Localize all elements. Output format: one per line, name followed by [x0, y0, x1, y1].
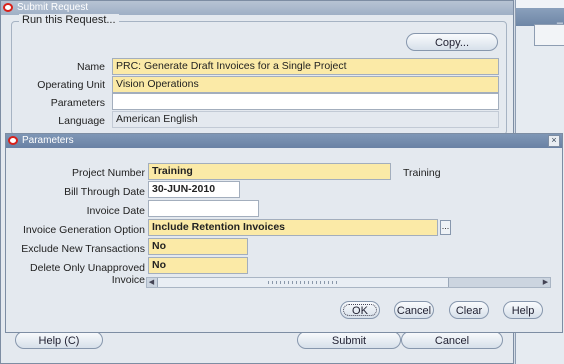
project-number-description: Training [403, 167, 441, 179]
invoice-generation-option-label: Invoice Generation Option [23, 224, 145, 236]
parameters-title: Parameters [22, 135, 74, 146]
invoice-date-label: Invoice Date [86, 205, 145, 217]
help-button[interactable]: Help [503, 301, 543, 319]
language-field: American English [112, 111, 499, 128]
clear-button[interactable]: Clear [449, 301, 489, 319]
parameters-field[interactable] [112, 93, 499, 110]
cancel-button[interactable]: Cancel [394, 301, 434, 319]
parameters-label: Parameters [50, 97, 105, 109]
invoice-date-field[interactable] [148, 200, 259, 217]
delete-only-unapproved-invoice-field[interactable]: No [148, 257, 248, 274]
operating-unit-label: Operating Unit [37, 79, 105, 91]
name-field[interactable]: PRC: Generate Draft Invoices for a Singl… [112, 58, 499, 75]
help-button[interactable]: Help (C) [15, 331, 103, 349]
scrollbar-thumb[interactable] [157, 278, 449, 287]
parameters-titlebar: Parameters × [6, 134, 562, 148]
copy-button[interactable]: Copy... [406, 33, 498, 51]
oracle-icon [8, 136, 18, 145]
close-icon[interactable]: × [548, 135, 560, 147]
operating-unit-field[interactable]: Vision Operations [112, 76, 499, 93]
language-label: Language [58, 115, 105, 127]
group-title: Run this Request... [19, 14, 119, 26]
exclude-new-transactions-label: Exclude New Transactions [21, 243, 145, 255]
name-label: Name [76, 61, 105, 73]
delete-only-unapproved-invoice-label: Delete Only Unapproved Invoice [30, 262, 145, 286]
submit-button[interactable]: Submit [297, 331, 401, 349]
project-number-label: Project Number [72, 167, 145, 179]
horizontal-scrollbar[interactable]: ◀ ▶ [146, 277, 551, 288]
project-number-field[interactable]: Training [148, 163, 391, 180]
oracle-icon [3, 3, 13, 12]
bill-through-date-field[interactable]: 30-JUN-2010 [148, 181, 240, 198]
ok-button[interactable]: OK [340, 301, 380, 319]
window-title: Submit Request [17, 2, 89, 13]
invoice-generation-option-field[interactable]: Include Retention Invoices [148, 219, 438, 236]
bill-through-date-label: Bill Through Date [64, 186, 145, 198]
scroll-left-icon[interactable]: ◀ [147, 278, 156, 287]
exclude-new-transactions-field[interactable]: No [148, 238, 248, 255]
submit-request-titlebar: Submit Request [1, 1, 513, 15]
lov-button[interactable]: ... [440, 220, 451, 235]
scroll-right-icon[interactable]: ▶ [541, 278, 550, 287]
cancel-button[interactable]: Cancel [401, 331, 503, 349]
